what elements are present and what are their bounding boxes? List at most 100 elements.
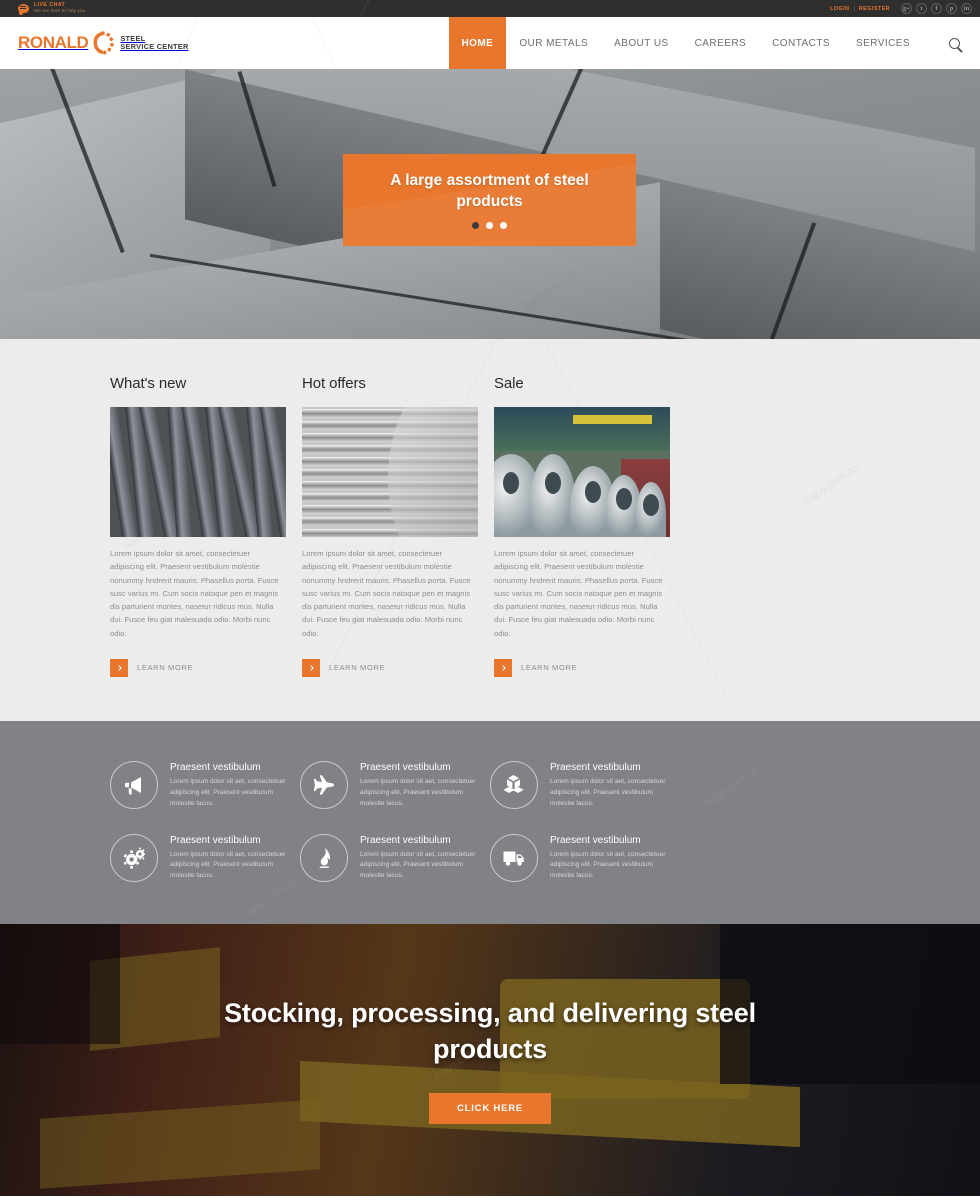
site-logo[interactable]: RONALD STEEL SERVICE CENTER (0, 17, 189, 69)
rebar-bundle-photo[interactable] (110, 407, 286, 537)
column-title: Hot offers (302, 375, 366, 392)
chevron-right-icon (110, 658, 128, 677)
feature-title: Praesent vestibulum (360, 834, 451, 846)
search-icon (949, 37, 960, 49)
search-button[interactable] (923, 17, 980, 69)
feature-body: Praesent vestibulum Lorem ipsum dolor si… (360, 832, 484, 883)
login-link[interactable]: LOGIN (830, 6, 849, 12)
main-navigation: HOME OUR METALS ABOUT US CAREERS CONTACT… (448, 17, 980, 69)
feature-item-airplane[interactable]: Praesent vestibulum Lorem ipsum dolor si… (300, 759, 490, 810)
logo-wordmark: RONALD (18, 33, 89, 52)
feature-title: Praesent vestibulum (170, 761, 261, 773)
learn-more-label: LEARN MORE (137, 663, 194, 673)
click-here-button[interactable]: CLICK HERE (428, 1093, 552, 1125)
hero-dot-3[interactable] (500, 222, 507, 230)
social-links: g+ t f p in (901, 3, 972, 14)
feature-title: Praesent vestibulum (360, 761, 451, 773)
cta-section: habo.com.cn Stocking, processing, and de… (0, 924, 980, 1197)
nav-item-careers[interactable]: CAREERS (682, 17, 760, 69)
feature-text: Lorem ipsum dolor sit aet, consectetuer … (360, 850, 476, 880)
feature-body: Praesent vestibulum Lorem ipsum dolor si… (170, 759, 294, 810)
product-column-hot-offers: Hot offers Lorem ipsum dolor sit amet, c… (302, 375, 478, 677)
feature-text: Lorem ipsum dolor sit aet, consectetuer … (170, 850, 286, 880)
nav-item-services[interactable]: SERVICES (843, 17, 923, 69)
facebook-icon[interactable]: f (931, 3, 942, 14)
steel-coils-factory-photo[interactable] (494, 407, 670, 537)
features-row-1: Praesent vestibulum Lorem ipsum dolor si… (110, 759, 870, 810)
hero-dot-2[interactable] (486, 222, 493, 230)
truck-icon (490, 833, 538, 882)
coil-art (302, 407, 478, 537)
feature-item-gears[interactable]: Praesent vestibulum Lorem ipsum dolor si… (110, 832, 300, 883)
features-row-2: Praesent vestibulum Lorem ipsum dolor si… (110, 832, 870, 883)
linkedin-icon[interactable]: in (961, 3, 972, 14)
feature-text: Lorem ipsum dolor sit aet, consectetuer … (170, 777, 286, 807)
feature-text: Lorem ipsum dolor sit aet, consectetuer … (360, 777, 476, 807)
features-section: habo.com.cn habo.com.cn Praesent vestibu… (0, 720, 980, 925)
chevron-right-icon (494, 658, 512, 677)
top-bar-right: LOGIN | REGISTER g+ t f p in (830, 3, 972, 14)
hero-pagination (472, 222, 507, 230)
hero-caption-box: A large assortment of steel products (343, 154, 636, 246)
pinterest-icon[interactable]: p (946, 3, 957, 14)
live-chat-text: LIVE CHAT We are here to help you (34, 3, 85, 13)
top-utility-bar: LIVE CHAT We are here to help you LOGIN … (0, 0, 980, 17)
chat-bubble-icon (18, 3, 29, 15)
flame-icon (300, 833, 348, 882)
learn-more-label: LEARN MORE (521, 663, 578, 673)
footer-strip (0, 1196, 980, 1200)
gear-icon (92, 31, 115, 55)
feature-item-boxes[interactable]: Praesent vestibulum Lorem ipsum dolor si… (490, 759, 680, 810)
learn-more-label: LEARN MORE (329, 663, 386, 673)
learn-more-button[interactable]: LEARN MORE (110, 658, 286, 677)
feature-body: Praesent vestibulum Lorem ipsum dolor si… (550, 832, 674, 883)
feature-body: Praesent vestibulum Lorem ipsum dolor si… (360, 759, 484, 810)
column-body-text: Lorem ipsum dolor sit amet, consectetuer… (110, 549, 279, 638)
logo-tagline-line2: SERVICE CENTER (120, 42, 189, 51)
nav-item-about-us[interactable]: ABOUT US (601, 17, 682, 69)
feature-body: Praesent vestibulum Lorem ipsum dolor si… (550, 759, 674, 810)
boxes-icon (490, 760, 538, 809)
feature-body: Praesent vestibulum Lorem ipsum dolor si… (170, 832, 294, 883)
live-chat-link[interactable]: LIVE CHAT We are here to help you (18, 3, 85, 15)
product-column-whats-new: What's new Lorem ipsum dolor sit amet, c… (110, 375, 286, 677)
site-header: RONALD STEEL SERVICE CENTER HOME OUR MET… (0, 17, 980, 69)
feature-title: Praesent vestibulum (170, 834, 261, 846)
live-chat-subtitle: We are here to help you (34, 7, 86, 13)
feature-item-flame[interactable]: Praesent vestibulum Lorem ipsum dolor si… (300, 832, 490, 883)
column-body-text: Lorem ipsum dolor sit amet, consectetuer… (302, 549, 471, 638)
nav-item-our-metals[interactable]: OUR METALS (506, 17, 601, 69)
learn-more-button[interactable]: LEARN MORE (302, 658, 478, 677)
product-columns: What's new Lorem ipsum dolor sit amet, c… (110, 375, 870, 677)
nav-item-home[interactable]: HOME (448, 17, 507, 69)
feature-title: Praesent vestibulum (550, 834, 641, 846)
steel-wire-coil-photo[interactable] (302, 407, 478, 537)
rebar-art (110, 407, 286, 537)
airplane-icon (300, 760, 348, 809)
product-column-sale: Sale Lorem ipsum dolor sit amet, consect… (494, 375, 670, 677)
feature-title: Praesent vestibulum (550, 761, 641, 773)
column-title: Sale (494, 375, 524, 392)
hero-dot-1[interactable] (472, 222, 479, 230)
factory-art (494, 407, 670, 537)
hero-title: A large assortment of steel products (390, 171, 589, 210)
column-body-text: Lorem ipsum dolor sit amet, consectetuer… (494, 549, 663, 638)
learn-more-button[interactable]: LEARN MORE (494, 658, 670, 677)
logo-tagline: STEEL SERVICE CENTER (120, 34, 189, 52)
megaphone-icon (110, 760, 158, 809)
nav-item-contacts[interactable]: CONTACTS (759, 17, 843, 69)
twitter-icon[interactable]: t (916, 3, 927, 14)
feature-text: Lorem ipsum dolor sit aet, consectetuer … (550, 777, 666, 807)
feature-text: Lorem ipsum dolor sit aet, consectetuer … (550, 850, 666, 880)
auth-links: LOGIN | REGISTER (830, 6, 890, 12)
column-title: What's new (110, 375, 187, 392)
products-section: habo.com.cn habo.com.cn What's new (0, 339, 980, 721)
register-link[interactable]: REGISTER (859, 6, 890, 12)
google-plus-icon[interactable]: g+ (901, 3, 912, 14)
gears-icon (110, 833, 158, 882)
feature-item-truck[interactable]: Praesent vestibulum Lorem ipsum dolor si… (490, 832, 680, 883)
auth-separator: | (853, 5, 855, 12)
cta-title: Stocking, processing, and delivering ste… (224, 998, 756, 1064)
feature-item-megaphone[interactable]: Praesent vestibulum Lorem ipsum dolor si… (110, 759, 300, 810)
hero-slider: habo.com.cn A large assortment of steel … (0, 69, 980, 339)
